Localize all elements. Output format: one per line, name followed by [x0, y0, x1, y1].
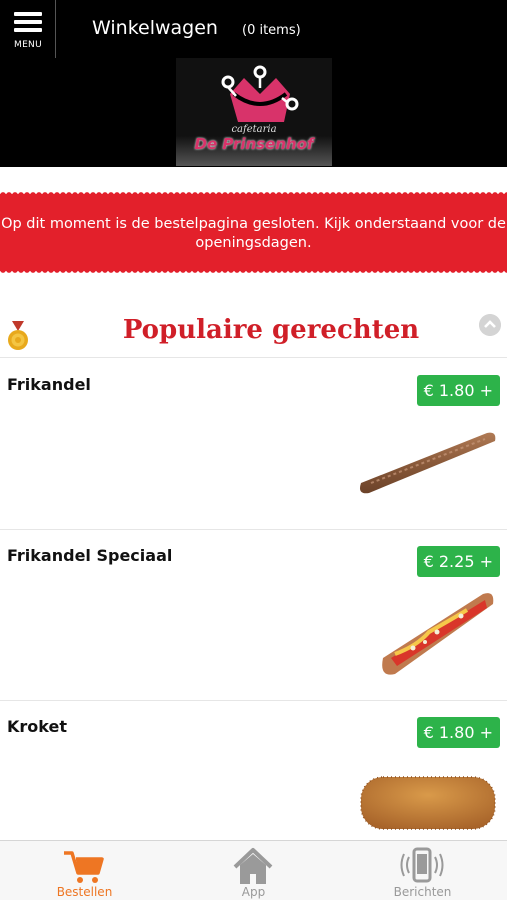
add-product-button[interactable]: € 1.80 +	[416, 375, 500, 406]
menu-label: MENU	[14, 40, 42, 50]
product-row[interactable]: Frikandel € 1.80 +	[0, 359, 507, 530]
chevron-up-icon[interactable]	[479, 314, 501, 336]
home-icon	[233, 848, 273, 884]
add-product-button[interactable]: € 2.25 +	[416, 546, 500, 577]
tab-label: Berichten	[393, 885, 452, 899]
banner-message: Op dit moment is de bestelpagina geslote…	[1, 216, 506, 251]
product-name: Kroket	[7, 717, 67, 736]
add-product-button[interactable]: € 1.80 +	[416, 717, 500, 748]
tab-app[interactable]: App	[169, 841, 338, 900]
cart-count[interactable]: (0 items)	[242, 23, 301, 38]
cart-icon	[64, 851, 104, 883]
app-header: MENU Winkelwagen (0 items) cafetaria De …	[0, 0, 507, 167]
tab-label: App	[241, 885, 266, 899]
logo-name: De Prinsenhof	[194, 135, 314, 153]
frikandel-image	[360, 432, 496, 494]
phone-vibrate-icon	[400, 847, 444, 883]
kroket-image	[360, 776, 496, 830]
product-name: Frikandel	[7, 375, 91, 394]
menu-button[interactable]: MENU	[0, 0, 56, 58]
hamburger-icon	[14, 12, 42, 36]
section-header[interactable]: Populaire gerechten	[0, 300, 507, 358]
product-row[interactable]: Frikandel Speciaal € 2.25 +	[0, 530, 507, 701]
banner-edge-bottom	[0, 270, 507, 275]
closed-banner: Op dit moment is de bestelpagina geslote…	[0, 190, 507, 275]
crown-icon	[221, 65, 299, 122]
logo-subtitle: cafetaria	[231, 124, 277, 135]
banner-edge-top	[0, 190, 507, 195]
logo: cafetaria De Prinsenhof	[176, 58, 332, 166]
section-title: Populaire gerechten	[122, 315, 420, 345]
tab-berichten[interactable]: Berichten	[338, 841, 507, 900]
product-name: Frikandel Speciaal	[7, 546, 173, 565]
cart-title[interactable]: Winkelwagen	[92, 17, 218, 39]
bottom-tab-bar: Bestellen App Berichten	[0, 840, 507, 900]
tab-label: Bestellen	[56, 885, 113, 899]
frikandel-speciaal-image	[382, 593, 494, 675]
tab-bestellen[interactable]: Bestellen	[0, 841, 169, 900]
